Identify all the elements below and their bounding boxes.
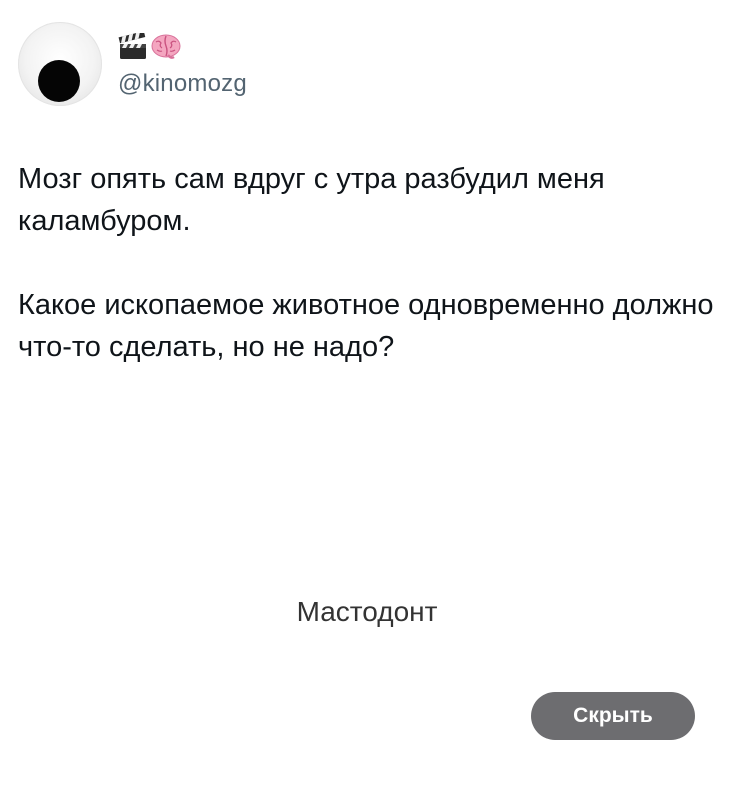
hide-button[interactable]: Скрыть	[531, 692, 695, 740]
user-meta: @kinomozg	[118, 30, 247, 98]
avatar-pupil	[38, 60, 80, 102]
spoiler-answer: Мастодонт	[296, 596, 438, 627]
user-handle[interactable]: @kinomozg	[118, 70, 247, 98]
tweet-paragraph: Какое ископаемое животное одновременно д…	[18, 289, 714, 363]
tweet-paragraph: Мозг опять сам вдруг с утра разбудил мен…	[18, 163, 605, 237]
tweet-header: @kinomozg	[18, 22, 247, 106]
clapper-board-icon	[118, 33, 148, 61]
display-name[interactable]	[118, 30, 247, 64]
tweet-body: Мозг опять сам вдруг с утра разбудил мен…	[18, 158, 718, 368]
brain-icon	[150, 33, 182, 61]
avatar[interactable]	[18, 22, 102, 106]
